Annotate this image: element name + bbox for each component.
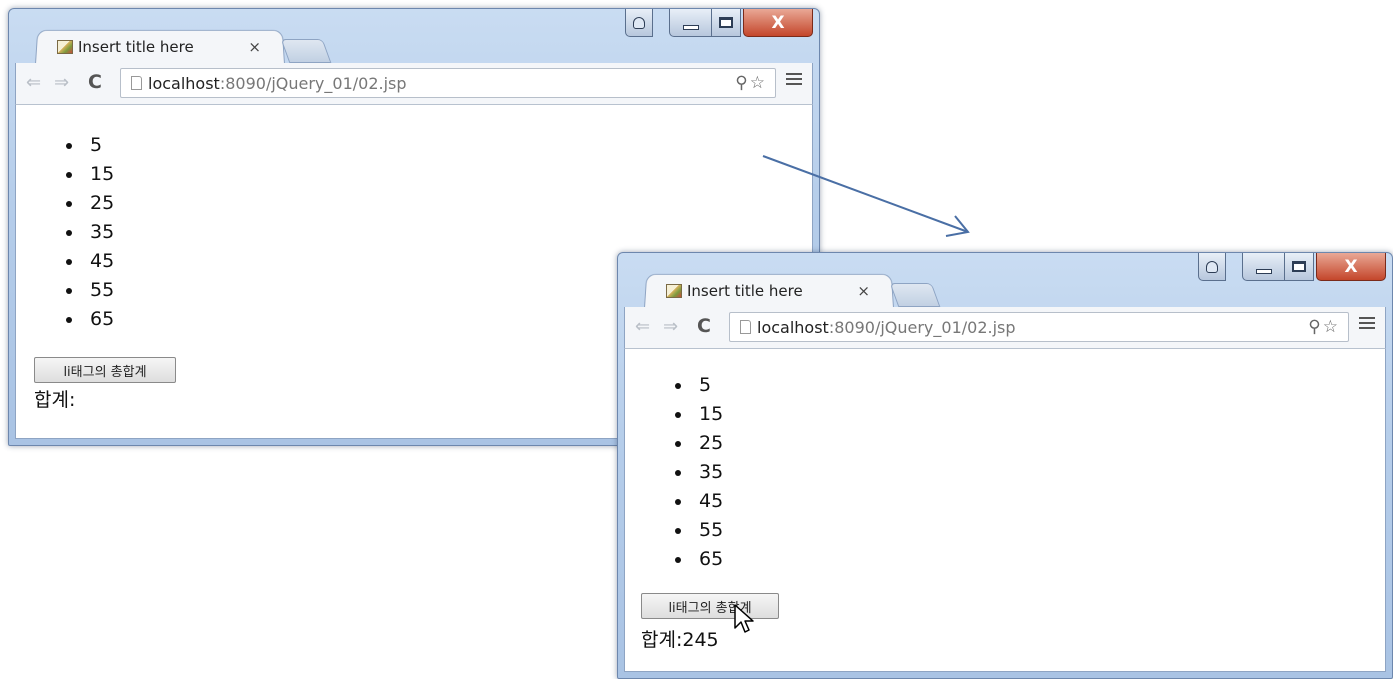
page-favicon-icon [57,40,73,54]
tab-title: Insert title here [687,282,803,300]
page-favicon-icon [666,284,682,298]
sum-result: 합계: [34,389,76,411]
tab-title: Insert title here [78,38,194,56]
maximize-button[interactable] [711,9,741,37]
tab-close-icon[interactable]: × [248,38,261,56]
list-item: 15 [60,160,114,189]
sum-button[interactable]: li태그의 총합계 [34,357,176,383]
list-item: 25 [60,189,114,218]
list-item: 45 [669,487,723,516]
close-button[interactable]: X [743,9,813,37]
minimize-button[interactable] [669,9,713,37]
list-item: 45 [60,247,114,276]
reload-icon[interactable]: C [697,315,711,337]
toolbar: ⇐ ⇒ C localhost:8090/jQuery_01/02.jsp ⚲☆ [624,307,1386,349]
page-icon [740,320,751,334]
address-bar[interactable]: localhost:8090/jQuery_01/02.jsp ⚲☆ [120,68,776,98]
number-list: 5 15 25 35 45 55 65 [60,131,114,334]
forward-arrow-icon[interactable]: ⇒ [663,316,678,337]
zoom-icon[interactable]: ⚲ [735,73,749,93]
zoom-star-icons: ⚲☆ [1308,317,1340,337]
list-item: 65 [60,305,114,334]
new-tab-button[interactable] [889,283,941,307]
tab-close-icon[interactable]: × [857,282,870,300]
toolbar: ⇐ ⇒ C localhost:8090/jQuery_01/02.jsp ⚲☆ [15,63,813,105]
url-text: localhost:8090/jQuery_01/02.jsp [757,317,1016,337]
maximize-button[interactable] [1284,253,1314,281]
sum-button[interactable]: li태그의 총합계 [641,593,779,619]
list-item: 35 [669,458,723,487]
cursor-icon [734,604,754,633]
back-arrow-icon[interactable]: ⇐ [26,72,41,93]
zoom-icon[interactable]: ⚲ [1308,317,1322,337]
user-icon[interactable] [1198,253,1226,281]
close-button[interactable]: X [1316,253,1386,281]
list-item: 25 [669,429,723,458]
browser-tab[interactable]: Insert title here × [45,31,275,63]
address-bar[interactable]: localhost:8090/jQuery_01/02.jsp ⚲☆ [729,312,1349,342]
star-icon[interactable]: ☆ [1323,317,1340,337]
new-tab-button[interactable] [280,39,332,63]
list-item: 35 [60,218,114,247]
number-list: 5 15 25 35 45 55 65 [669,371,723,574]
star-icon[interactable]: ☆ [750,73,767,93]
user-icon[interactable] [625,9,653,37]
menu-icon[interactable] [1359,317,1375,329]
list-item: 65 [669,545,723,574]
list-item: 55 [60,276,114,305]
list-item: 55 [669,516,723,545]
browser-tab[interactable]: Insert title here × [654,275,884,307]
back-arrow-icon[interactable]: ⇐ [635,316,650,337]
page-icon [131,76,142,90]
forward-arrow-icon[interactable]: ⇒ [54,72,69,93]
sum-result: 합계:245 [641,629,719,651]
reload-icon[interactable]: C [88,71,102,93]
menu-icon[interactable] [786,73,802,85]
list-item: 5 [60,131,114,160]
zoom-star-icons: ⚲☆ [735,73,767,93]
list-item: 5 [669,371,723,400]
url-text: localhost:8090/jQuery_01/02.jsp [148,73,407,93]
list-item: 15 [669,400,723,429]
minimize-button[interactable] [1242,253,1286,281]
